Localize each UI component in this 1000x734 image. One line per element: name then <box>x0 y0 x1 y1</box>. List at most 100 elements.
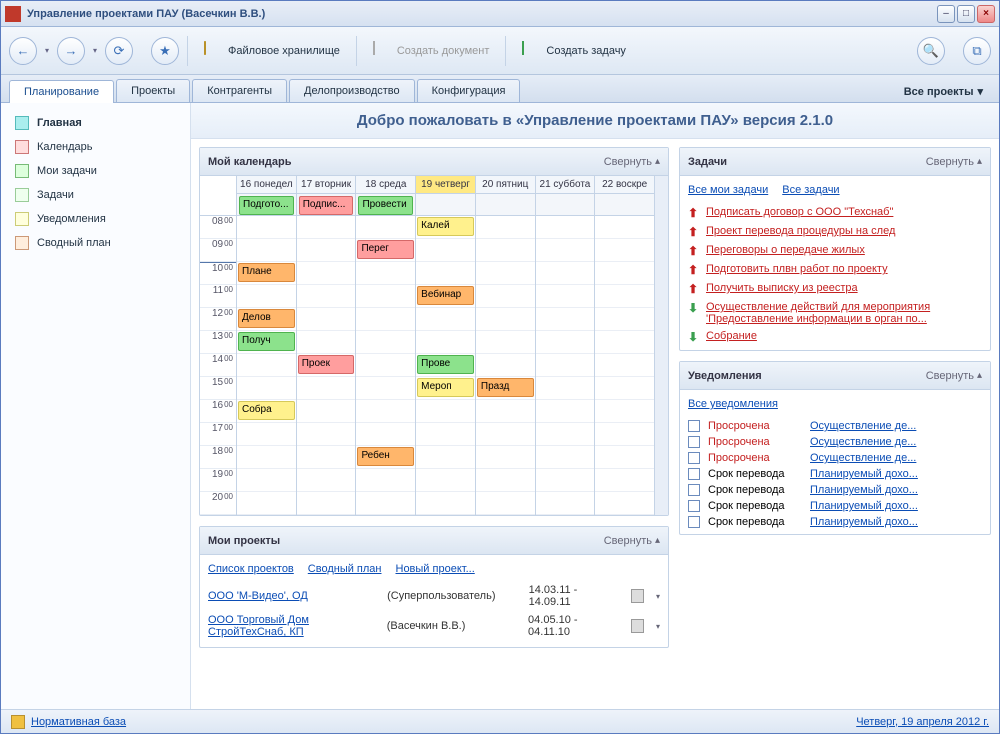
task-link[interactable]: Собрание <box>706 330 757 342</box>
calendar-day-column[interactable]: 21 суббота <box>535 176 595 515</box>
notification-link[interactable]: Планируемый дохо... <box>810 484 918 496</box>
forward-dropdown[interactable]: ▾ <box>89 37 101 65</box>
sidebar-item-mytasks[interactable]: Мои задачи <box>1 159 190 183</box>
day-header[interactable]: 19 четверг <box>416 176 475 194</box>
calendar-slot[interactable] <box>595 377 654 400</box>
projects-list-link[interactable]: Список проектов <box>208 563 294 575</box>
calendar-slot[interactable] <box>416 262 475 285</box>
checkbox[interactable] <box>688 420 700 432</box>
sidebar-item-notifications[interactable]: Уведомления <box>1 207 190 231</box>
back-button[interactable]: ← <box>9 37 37 65</box>
allday-slot[interactable]: Подгото... <box>237 194 296 216</box>
calendar-event[interactable]: Празд <box>477 378 534 397</box>
chart-icon[interactable] <box>631 619 644 633</box>
calendar-slot[interactable] <box>297 331 356 354</box>
calendar-slot[interactable] <box>297 400 356 423</box>
calendar-event[interactable]: Провести <box>358 196 413 215</box>
close-button[interactable]: × <box>977 5 995 23</box>
calendar-slot[interactable] <box>595 446 654 469</box>
allday-slot[interactable]: Провести <box>356 194 415 216</box>
calendar-day-column[interactable]: 22 воскре <box>594 176 654 515</box>
calendar-event[interactable]: Перег <box>357 240 414 259</box>
calendar-slot[interactable] <box>536 469 595 492</box>
maximize-button[interactable]: □ <box>957 5 975 23</box>
calendar-collapse[interactable]: Свернуть ▴ <box>604 156 660 168</box>
calendar-slot[interactable]: Прове <box>416 354 475 377</box>
sidebar-item-tasks[interactable]: Задачи <box>1 183 190 207</box>
calendar-slot[interactable] <box>416 469 475 492</box>
all-tasks-link[interactable]: Все задачи <box>782 184 839 196</box>
allday-slot[interactable]: Подпис... <box>297 194 356 216</box>
calendar-slot[interactable]: Проек <box>297 354 356 377</box>
calendar-slot[interactable] <box>237 492 296 515</box>
calendar-slot[interactable] <box>356 331 415 354</box>
calendar-slot[interactable] <box>476 285 535 308</box>
all-my-tasks-link[interactable]: Все мои задачи <box>688 184 768 196</box>
calendar-slot[interactable] <box>297 308 356 331</box>
calendar-event[interactable]: Подгото... <box>239 196 294 215</box>
notification-link[interactable]: Планируемый дохо... <box>810 468 918 480</box>
tab-config[interactable]: Конфигурация <box>417 79 521 102</box>
calendar-slot[interactable] <box>536 262 595 285</box>
calendar-day-column[interactable]: 17 вторникПодпис...Проек <box>296 176 356 515</box>
chevron-down-icon[interactable]: ▾ <box>656 592 660 601</box>
notifications-collapse[interactable]: Свернуть ▴ <box>926 370 982 382</box>
calendar-slot[interactable] <box>356 492 415 515</box>
calendar-event[interactable]: Получ <box>238 332 295 351</box>
file-storage-button[interactable]: Файловое хранилище <box>196 38 348 64</box>
calendar-event[interactable]: Подпис... <box>299 196 354 215</box>
checkbox[interactable] <box>688 452 700 464</box>
calendar-slot[interactable] <box>476 216 535 239</box>
sidebar-item-home[interactable]: Главная <box>1 111 190 135</box>
favorites-button[interactable]: ★ <box>151 37 179 65</box>
calendar-slot[interactable] <box>536 423 595 446</box>
tab-contragents[interactable]: Контрагенты <box>192 79 287 102</box>
calendar-slot[interactable] <box>237 469 296 492</box>
calendar-slot[interactable] <box>476 354 535 377</box>
calendar-slot[interactable] <box>595 216 654 239</box>
tab-docflow[interactable]: Делопроизводство <box>289 79 415 102</box>
allday-slot[interactable] <box>476 194 535 216</box>
calendar-slot[interactable] <box>237 423 296 446</box>
calendar-event[interactable]: Ребен <box>357 447 414 466</box>
calendar-slot[interactable]: Празд <box>476 377 535 400</box>
calendar-slot[interactable] <box>476 262 535 285</box>
calendar-event[interactable]: Мероп <box>417 378 474 397</box>
calendar-slot[interactable] <box>595 492 654 515</box>
calendar-slot[interactable] <box>237 354 296 377</box>
back-dropdown[interactable]: ▾ <box>41 37 53 65</box>
calendar-slot[interactable] <box>356 377 415 400</box>
calendar-slot[interactable]: Плане <box>237 262 296 285</box>
calendar-slot[interactable] <box>297 469 356 492</box>
calendar-slot[interactable] <box>416 400 475 423</box>
calendar-slot[interactable] <box>356 308 415 331</box>
minimize-button[interactable]: – <box>937 5 955 23</box>
calendar-slot[interactable] <box>416 308 475 331</box>
calendar-slot[interactable] <box>416 239 475 262</box>
calendar-slot[interactable] <box>416 423 475 446</box>
checkbox[interactable] <box>688 500 700 512</box>
calendar-slot[interactable] <box>536 331 595 354</box>
calendar-slot[interactable] <box>297 285 356 308</box>
calendar-event[interactable]: Вебинар <box>417 286 474 305</box>
calendar-slot[interactable] <box>297 262 356 285</box>
all-notifications-link[interactable]: Все уведомления <box>688 398 778 410</box>
calendar-day-column[interactable]: 18 средаПровестиПерегРебен <box>355 176 415 515</box>
normative-base-link[interactable]: Нормативная база <box>31 716 126 728</box>
tab-planning[interactable]: Планирование <box>9 80 114 103</box>
allday-slot[interactable] <box>595 194 654 216</box>
forward-button[interactable]: → <box>57 37 85 65</box>
calendar-slot[interactable] <box>595 262 654 285</box>
allday-slot[interactable] <box>416 194 475 216</box>
options-button[interactable]: ⧉ <box>963 37 991 65</box>
calendar-slot[interactable] <box>297 216 356 239</box>
calendar-slot[interactable]: Ребен <box>356 446 415 469</box>
calendar-slot[interactable] <box>237 446 296 469</box>
create-document-button[interactable]: Создать документ <box>365 38 498 64</box>
tasks-collapse[interactable]: Свернуть ▴ <box>926 156 982 168</box>
calendar-slot[interactable] <box>536 285 595 308</box>
calendar-slot[interactable] <box>297 446 356 469</box>
calendar-slot[interactable]: Мероп <box>416 377 475 400</box>
notification-link[interactable]: Планируемый дохо... <box>810 500 918 512</box>
calendar-slot[interactable] <box>476 331 535 354</box>
